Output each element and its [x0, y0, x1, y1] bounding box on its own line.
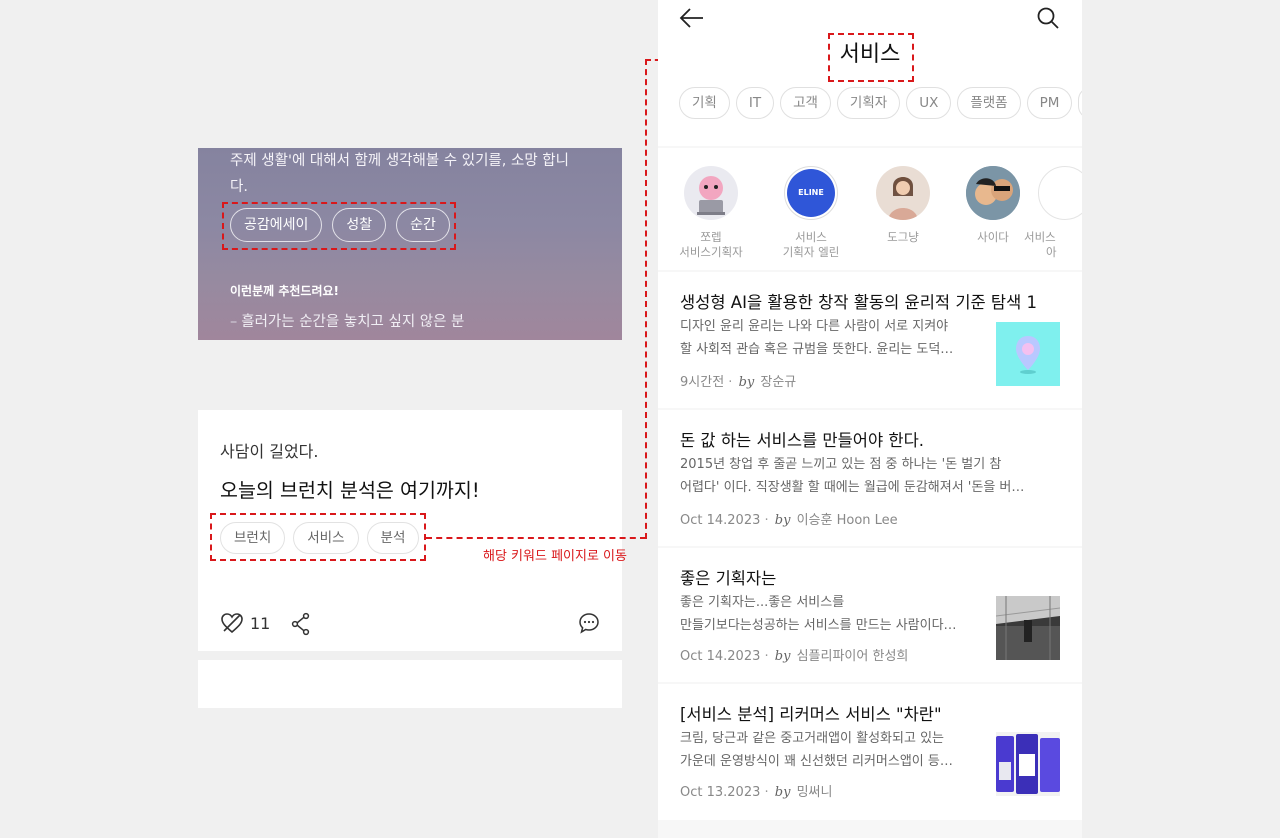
article-item-title: [서비스 분석] 리커머스 서비스 "차란"	[680, 705, 942, 724]
article-item-title: 생성형 AI을 활용한 창작 활동의 윤리적 기준 탐색 1	[680, 293, 1038, 312]
connector-line	[426, 537, 646, 539]
writer-list: 쪼렙 서비스기획자 ELINE 서비스 기획자 엘린 도그냥 사이다 서비스 아	[658, 148, 1082, 270]
keyword-chip[interactable]: 플랫폼	[957, 87, 1021, 119]
article-list-item[interactable]: 돈 값 하는 서비스를 만들어야 한다. 2015년 창업 후 줄곧 느끼고 있…	[658, 410, 1082, 546]
article-item-desc: 크림, 당근과 같은 중고거래앱이 활성화되고 있는 가운데 운영방식이 꽤 신선…	[680, 731, 953, 769]
article-body-text: 주제 생활'에 대해서 함께 생각해볼 수 있기를, 소망 합니 다.	[230, 153, 569, 195]
back-button[interactable]	[678, 6, 706, 30]
recommend-item: – 흘러가는 순간을 놓치고 싶지 않은 분	[230, 314, 465, 330]
article-item-desc: 디자인 윤리 윤리는 나와 다른 사람이 서로 지켜야 할 사회적 관습 혹은 규…	[680, 319, 954, 357]
action-bar: 11	[220, 612, 600, 636]
writer-avatar: ELINE	[784, 166, 838, 220]
article-item-meta: Oct 14.2023 · by 심플리파이어 한성희	[680, 649, 909, 664]
article-item-desc: 좋은 기획자는...좋은 서비스를 만들기보다는성공하는 서비스를 만드는 사람이…	[680, 595, 957, 633]
writer-item[interactable]: 서비스 아	[1024, 166, 1082, 260]
writer-avatar	[966, 166, 1020, 220]
search-icon	[1037, 7, 1059, 29]
back-arrow-icon	[679, 8, 703, 28]
like-button[interactable]: 11	[220, 612, 270, 634]
keyword-chip[interactable]: 고객	[780, 87, 831, 119]
article-list-item[interactable]: [서비스 분석] 리커머스 서비스 "차란" 크림, 당근과 같은 중고거래앱이…	[658, 684, 1082, 820]
connector-line	[645, 59, 647, 539]
article-item-title: 좋은 기획자는	[680, 569, 777, 588]
writer-avatar	[876, 166, 930, 220]
recommend-title: 이런분께 추천드려요!	[230, 284, 340, 298]
like-count: 11	[250, 613, 271, 633]
keyword-title-highlight-box	[828, 33, 914, 82]
share-button[interactable]	[290, 612, 312, 640]
tag-highlight-box	[222, 202, 456, 250]
article-item-meta: Oct 13.2023 · by 밍써니	[680, 785, 833, 800]
article-title: 오늘의 브런치 분석은 여기까지!	[220, 479, 480, 502]
keyword-chip[interactable]: UX	[906, 87, 952, 119]
writer-avatar	[684, 166, 738, 220]
heart-icon	[221, 613, 243, 634]
keyword-chip[interactable]	[1078, 87, 1082, 119]
keyword-chip[interactable]: 기획	[679, 87, 730, 119]
writer-item[interactable]: ELINE 서비스 기획자 엘린	[766, 166, 856, 260]
article-list-item[interactable]: 좋은 기획자는 좋은 기획자는...좋은 서비스를 만들기보다는성공하는 서비스를…	[658, 548, 1082, 682]
tag-highlight-box	[210, 513, 426, 561]
article-item-title: 돈 값 하는 서비스를 만들어야 한다.	[680, 431, 924, 450]
article-thumbnail	[996, 322, 1060, 386]
keyword-chip[interactable]: 기획자	[836, 87, 901, 119]
next-card	[198, 660, 622, 708]
keyword-chip[interactable]: IT	[735, 87, 775, 119]
article-thumbnail	[996, 596, 1060, 660]
writer-item[interactable]: 도그냥	[858, 166, 948, 245]
comment-button[interactable]	[578, 612, 600, 638]
article-item-meta: Oct 14.2023 · by 이승훈 Hoon Lee	[680, 513, 898, 528]
annotation-label: 해당 키워드 페이지로 이동	[483, 549, 627, 564]
article-item-meta: 9시간전 · by 장순규	[680, 375, 797, 390]
article-thumbnail	[996, 732, 1060, 796]
keyword-page: 서비스 기획 IT 고객 기획자 UX 플랫폼 PM 쪼렙 서비스기획자 ELIN…	[658, 0, 1082, 838]
keyword-chip[interactable]: PM	[1026, 87, 1073, 119]
article-subtitle: 사담이 길었다.	[220, 442, 319, 461]
writer-item[interactable]: 쪼렙 서비스기획자	[666, 166, 756, 260]
related-keyword-chips: 기획 IT 고객 기획자 UX 플랫폼 PM	[679, 87, 1082, 119]
dash-icon: –	[230, 314, 238, 330]
writer-avatar	[1038, 166, 1082, 220]
comment-icon	[579, 613, 599, 634]
article-list-item[interactable]: 생성형 AI을 활용한 창작 활동의 윤리적 기준 탐색 1 디자인 윤리 윤리…	[658, 272, 1082, 408]
search-button[interactable]	[1036, 6, 1060, 30]
share-icon	[291, 612, 310, 636]
article-item-desc: 2015년 창업 후 줄곧 느끼고 있는 점 중 하나는 '돈 벌기 참 어렵다'…	[680, 457, 1025, 495]
